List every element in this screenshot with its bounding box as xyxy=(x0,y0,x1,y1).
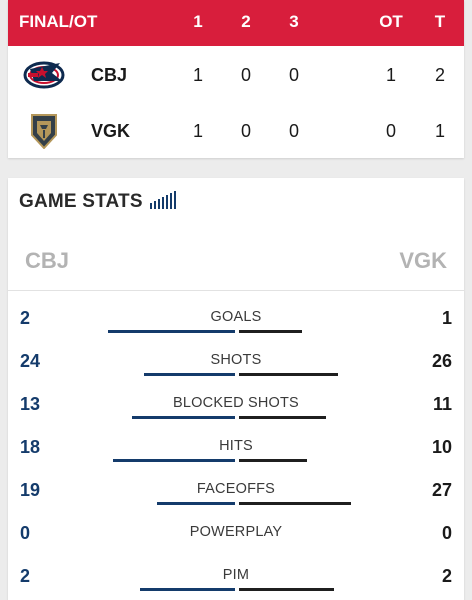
away-stat-bar xyxy=(132,416,235,419)
divider xyxy=(8,290,464,291)
stat-label: FACEOFFS xyxy=(196,481,276,497)
period-1-score: 1 xyxy=(192,65,203,85)
stat-label: BLOCKED SHOTS xyxy=(173,395,299,411)
home-stat-value: 26 xyxy=(431,351,452,371)
ot-header: OT xyxy=(379,12,403,31)
period-3-score: 0 xyxy=(288,65,299,85)
home-stat-value: 10 xyxy=(431,437,452,457)
away-stat-value: 2 xyxy=(20,308,31,328)
home-stat-value: 27 xyxy=(431,480,452,500)
stat-row-blocked-shots: 13 BLOCKED SHOTS 11 xyxy=(8,388,464,431)
period-3-header: 3 xyxy=(289,12,299,31)
home-team-label: VGK xyxy=(399,248,447,273)
total-score: 1 xyxy=(434,121,445,141)
period-1-header: 1 xyxy=(193,12,203,31)
away-stat-bar xyxy=(140,588,235,591)
period-2-header: 2 xyxy=(241,12,251,31)
total-header: T xyxy=(434,12,446,31)
away-stat-value: 19 xyxy=(20,480,41,500)
away-stat-value: 18 xyxy=(20,437,41,457)
period-2-score: 0 xyxy=(240,65,251,85)
home-stat-bar xyxy=(239,373,338,376)
team-abbr: CBJ xyxy=(91,65,128,85)
team-row-cbj[interactable]: CBJ 1 0 0 1 2 xyxy=(8,48,464,102)
period-1-score: 1 xyxy=(192,121,203,141)
away-stat-value: 0 xyxy=(20,523,31,543)
away-stat-value: 13 xyxy=(20,394,41,414)
stat-label: PIM xyxy=(222,567,250,583)
bar-chart-icon xyxy=(150,191,176,209)
stat-row-powerplay: 0 POWERPLAY 0 xyxy=(8,517,464,560)
home-stat-value: 1 xyxy=(441,308,452,328)
home-stat-bar xyxy=(239,416,326,419)
stat-label: SHOTS xyxy=(210,352,262,368)
period-2-score: 0 xyxy=(240,121,251,141)
ot-score: 0 xyxy=(385,121,396,141)
home-stat-bar xyxy=(239,502,351,505)
home-stat-bar xyxy=(239,330,302,333)
home-stat-bar xyxy=(239,588,334,591)
away-stat-bar xyxy=(157,502,235,505)
game-stats-card: GAME STATS CBJ VGK 2 GOALS 1 24 SHOTS 26… xyxy=(8,178,464,600)
stat-label: POWERPLAY xyxy=(189,524,283,540)
scoreboard-card: FINAL/OT 1 2 3 OT T CBJ 1 0 0 1 2 VGK 1 … xyxy=(8,0,464,158)
stat-row-shots: 24 SHOTS 26 xyxy=(8,345,464,388)
away-stat-value: 2 xyxy=(20,566,31,586)
scoreboard-header: FINAL/OT 1 2 3 OT T xyxy=(8,0,464,46)
stat-row-goals: 2 GOALS 1 xyxy=(8,302,464,345)
blue-jackets-logo xyxy=(23,61,65,89)
ot-score: 1 xyxy=(385,65,396,85)
away-stat-value: 24 xyxy=(20,351,41,371)
away-team-label: CBJ xyxy=(25,248,70,273)
stat-label: HITS xyxy=(219,438,253,454)
away-stat-bar xyxy=(144,373,235,376)
stat-row-hits: 18 HITS 10 xyxy=(8,431,464,474)
team-abbr: VGK xyxy=(91,121,131,141)
game-status: FINAL/OT xyxy=(19,12,98,31)
stat-row-pim: 2 PIM 2 xyxy=(8,560,464,600)
golden-knights-logo xyxy=(31,114,57,149)
home-stat-value: 0 xyxy=(441,523,452,543)
stat-row-faceoffs: 19 FACEOFFS 27 xyxy=(8,474,464,517)
home-stat-value: 2 xyxy=(441,566,452,586)
stat-label: GOALS xyxy=(210,309,262,325)
game-stats-title: GAME STATS xyxy=(19,191,143,212)
team-row-vgk[interactable]: VGK 1 0 0 0 1 xyxy=(8,104,464,158)
period-3-score: 0 xyxy=(288,121,299,141)
home-stat-value: 11 xyxy=(432,394,452,414)
total-score: 2 xyxy=(434,65,445,85)
home-stat-bar xyxy=(239,459,307,462)
away-stat-bar xyxy=(108,330,235,333)
away-stat-bar xyxy=(113,459,235,462)
